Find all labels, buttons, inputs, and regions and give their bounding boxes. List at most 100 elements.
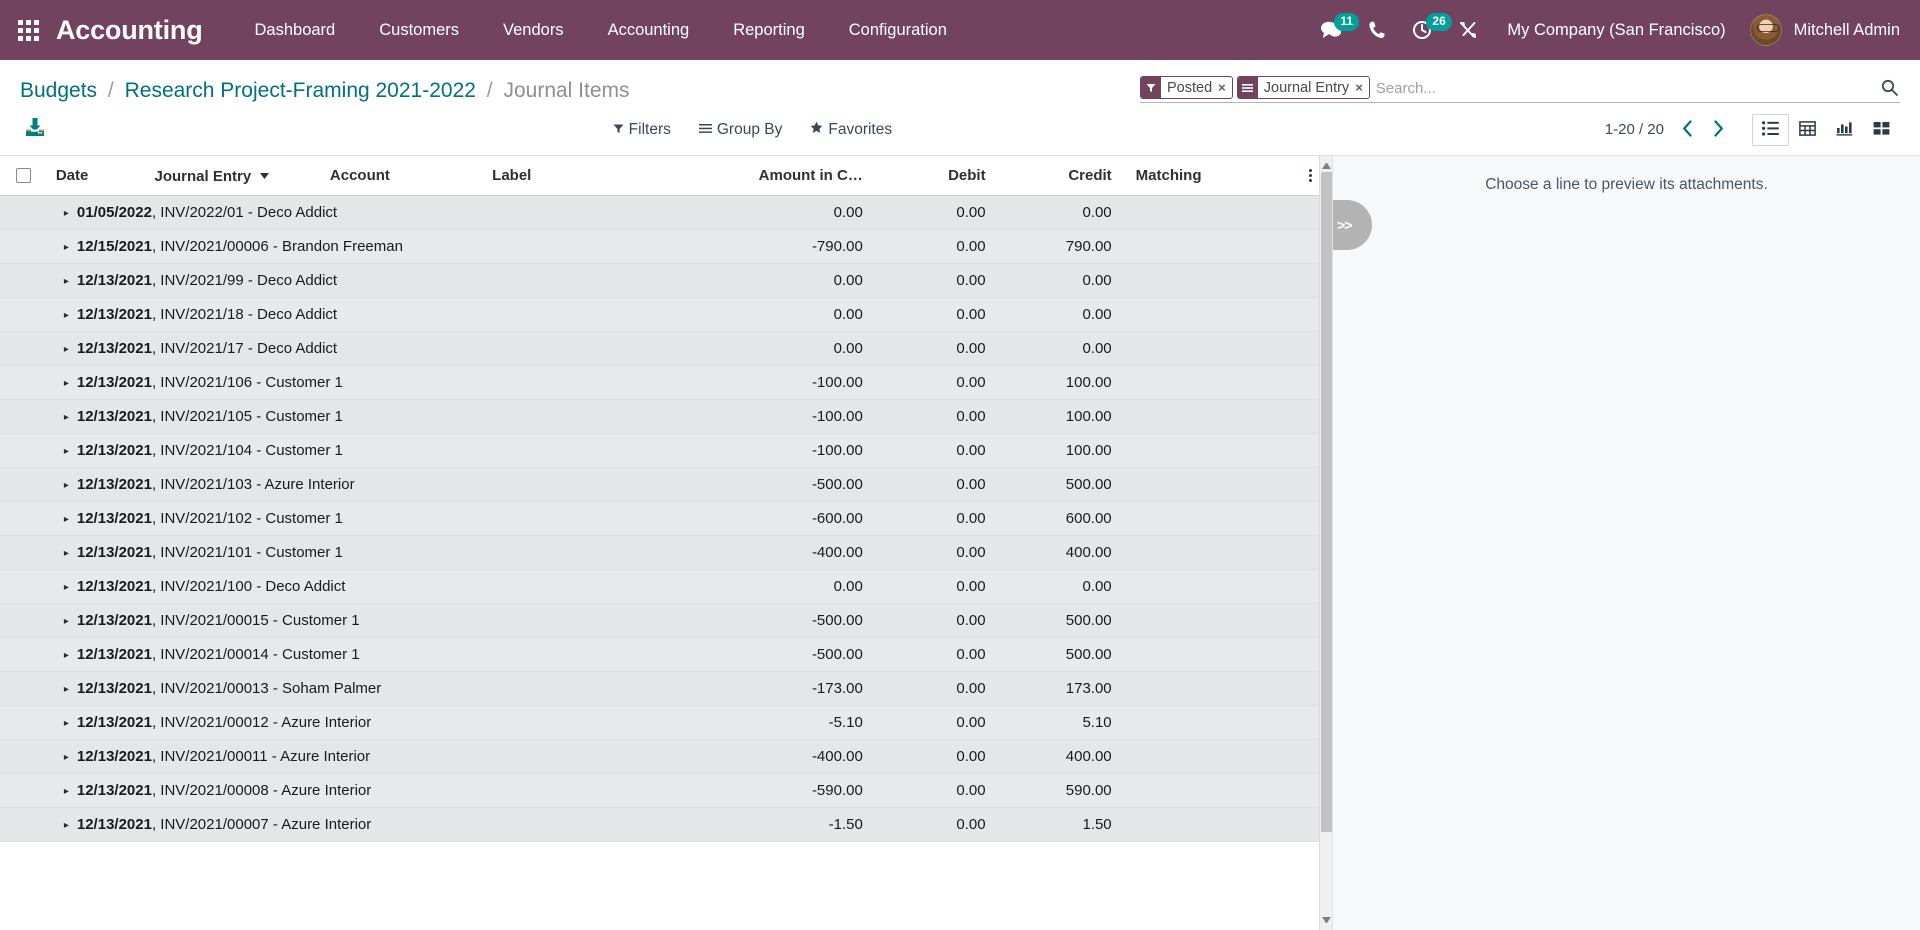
column-header-credit[interactable]: Credit: [997, 156, 1124, 196]
caret-right-icon[interactable]: ▸: [64, 752, 69, 763]
phone-button[interactable]: [1355, 0, 1399, 60]
table-row[interactable]: ▸ 12/13/2021, INV/2021/106 - Customer 1 -1…: [0, 365, 1332, 400]
caret-right-icon[interactable]: ▸: [64, 208, 69, 219]
caret-right-icon[interactable]: ▸: [64, 446, 69, 457]
user-menu[interactable]: Mitchell Admin: [1742, 14, 1906, 46]
column-header-label[interactable]: Label: [480, 156, 672, 196]
table-row[interactable]: ▸ 12/13/2021, INV/2021/18 - Deco Addict 0.…: [0, 297, 1332, 332]
group-title-cell[interactable]: ▸ 12/13/2021, INV/2021/18 - Deco Addict: [43, 297, 672, 332]
search-submit-button[interactable]: [1871, 76, 1900, 101]
search-input[interactable]: [1373, 76, 1871, 101]
group-title-cell[interactable]: ▸ 12/13/2021, INV/2021/104 - Customer 1: [43, 433, 672, 468]
group-title-cell[interactable]: ▸ 12/13/2021, INV/2021/00011 - Azure Inte…: [43, 739, 672, 774]
scroll-up-arrow-icon[interactable]: [1322, 160, 1331, 169]
column-header-date[interactable]: Date: [43, 156, 143, 196]
table-row[interactable]: ▸ 12/13/2021, INV/2021/00015 - Customer 1…: [0, 603, 1332, 638]
select-all-checkbox[interactable]: [16, 168, 31, 183]
group-title-cell[interactable]: ▸ 12/13/2021, INV/2021/17 - Deco Addict: [43, 331, 672, 366]
caret-right-icon[interactable]: ▸: [64, 242, 69, 253]
view-switch-graph[interactable]: [1826, 114, 1863, 146]
scroll-down-arrow-icon[interactable]: [1322, 917, 1331, 926]
pager-previous-button[interactable]: [1674, 118, 1701, 142]
table-row[interactable]: ▸ 01/05/2022, INV/2022/01 - Deco Addict 0.…: [0, 195, 1332, 230]
list-scroll-container[interactable]: Date Journal Entry Account Label Amount …: [0, 156, 1332, 930]
table-row[interactable]: ▸ 12/13/2021, INV/2021/101 - Customer 1 -4…: [0, 535, 1332, 570]
caret-right-icon[interactable]: ▸: [64, 378, 69, 389]
group-title-cell[interactable]: ▸ 12/13/2021, INV/2021/106 - Customer 1: [43, 365, 672, 400]
table-row[interactable]: ▸ 12/13/2021, INV/2021/00013 - Soham Palm…: [0, 671, 1332, 706]
table-row[interactable]: ▸ 12/13/2021, INV/2021/17 - Deco Addict 0.…: [0, 331, 1332, 366]
view-switch-kanban[interactable]: [1863, 114, 1900, 146]
menu-item-vendors[interactable]: Vendors: [481, 0, 586, 60]
breadcrumb-item-budgets[interactable]: Budgets: [20, 79, 97, 102]
caret-right-icon[interactable]: ▸: [64, 616, 69, 627]
caret-right-icon[interactable]: ▸: [64, 718, 69, 729]
group-title-cell[interactable]: ▸ 12/13/2021, INV/2021/00014 - Customer 1: [43, 637, 672, 672]
group-title-cell[interactable]: ▸ 12/15/2021, INV/2021/00006 - Brandon Fr…: [43, 229, 672, 264]
column-header-journal-entry[interactable]: Journal Entry: [142, 156, 318, 196]
scrollbar-thumb[interactable]: [1321, 172, 1332, 832]
column-header-debit[interactable]: Debit: [874, 156, 998, 196]
apps-menu-button[interactable]: [0, 0, 56, 60]
remove-facet-button[interactable]: ×: [1355, 77, 1369, 98]
developer-tools-button[interactable]: [1445, 0, 1491, 60]
search-facet-journal-entry[interactable]: Journal Entry ×: [1236, 76, 1370, 99]
caret-right-icon[interactable]: ▸: [64, 786, 69, 797]
view-switch-pivot[interactable]: [1789, 114, 1826, 146]
group-title-cell[interactable]: ▸ 12/13/2021, INV/2021/99 - Deco Addict: [43, 263, 672, 298]
caret-right-icon[interactable]: ▸: [64, 820, 69, 831]
groupby-dropdown-toggle[interactable]: Group By: [685, 118, 796, 142]
caret-right-icon[interactable]: ▸: [64, 276, 69, 287]
table-row[interactable]: ▸ 12/15/2021, INV/2021/00006 - Brandon Fr…: [0, 229, 1332, 264]
messages-button[interactable]: 11: [1307, 0, 1360, 60]
table-row[interactable]: ▸ 12/13/2021, INV/2021/100 - Deco Addict 0…: [0, 569, 1332, 604]
group-title-cell[interactable]: ▸ 12/13/2021, INV/2021/00015 - Customer 1: [43, 603, 672, 638]
group-title-cell[interactable]: ▸ 12/13/2021, INV/2021/00008 - Azure Inte…: [43, 773, 672, 808]
group-title-cell[interactable]: ▸ 12/13/2021, INV/2021/100 - Deco Addict: [43, 569, 672, 604]
activities-button[interactable]: 26: [1399, 0, 1452, 60]
favorites-dropdown-toggle[interactable]: Favorites: [796, 118, 906, 142]
caret-right-icon[interactable]: ▸: [64, 480, 69, 491]
breadcrumb-item-budget-record[interactable]: Research Project-Framing 2021-2022: [125, 79, 476, 102]
column-header-matching[interactable]: Matching: [1123, 156, 1289, 196]
menu-item-dashboard[interactable]: Dashboard: [233, 0, 358, 60]
caret-right-icon[interactable]: ▸: [64, 310, 69, 321]
preview-collapse-handle[interactable]: >>: [1333, 200, 1372, 250]
group-title-cell[interactable]: ▸ 12/13/2021, INV/2021/00013 - Soham Palm…: [43, 671, 672, 706]
menu-item-configuration[interactable]: Configuration: [827, 0, 969, 60]
company-switcher[interactable]: My Company (San Francisco): [1491, 21, 1741, 40]
group-title-cell[interactable]: ▸ 12/13/2021, INV/2021/105 - Customer 1: [43, 399, 672, 434]
column-header-amount-in-currency[interactable]: Amount in C…: [672, 156, 875, 196]
group-title-cell[interactable]: ▸ 12/13/2021, INV/2021/102 - Customer 1: [43, 501, 672, 536]
table-row[interactable]: ▸ 12/13/2021, INV/2021/00012 - Azure Inte…: [0, 705, 1332, 740]
table-row[interactable]: ▸ 12/13/2021, INV/2021/105 - Customer 1 -1…: [0, 399, 1332, 434]
caret-right-icon[interactable]: ▸: [64, 514, 69, 525]
pager-next-button[interactable]: [1705, 118, 1732, 142]
view-switch-list[interactable]: [1752, 113, 1789, 146]
group-title-cell[interactable]: ▸ 01/05/2022, INV/2022/01 - Deco Addict: [43, 195, 672, 230]
filters-dropdown-toggle[interactable]: Filters: [599, 118, 685, 142]
caret-right-icon[interactable]: ▸: [64, 684, 69, 695]
table-row[interactable]: ▸ 12/13/2021, INV/2021/102 - Customer 1 -6…: [0, 501, 1332, 536]
caret-right-icon[interactable]: ▸: [64, 548, 69, 559]
table-row[interactable]: ▸ 12/13/2021, INV/2021/99 - Deco Addict 0.…: [0, 263, 1332, 298]
column-header-account[interactable]: Account: [317, 156, 481, 196]
caret-right-icon[interactable]: ▸: [64, 412, 69, 423]
group-title-cell[interactable]: ▸ 12/13/2021, INV/2021/00012 - Azure Inte…: [43, 705, 672, 740]
group-title-cell[interactable]: ▸ 12/13/2021, INV/2021/101 - Customer 1: [43, 535, 672, 570]
remove-facet-button[interactable]: ×: [1218, 77, 1232, 98]
list-vertical-scrollbar[interactable]: [1319, 156, 1332, 930]
menu-item-customers[interactable]: Customers: [357, 0, 481, 60]
menu-item-accounting[interactable]: Accounting: [586, 0, 712, 60]
app-brand-title[interactable]: Accounting: [56, 0, 203, 60]
group-title-cell[interactable]: ▸ 12/13/2021, INV/2021/103 - Azure Interi…: [43, 467, 672, 502]
group-title-cell[interactable]: ▸ 12/13/2021, INV/2021/00007 - Azure Inte…: [43, 807, 672, 842]
table-row[interactable]: ▸ 12/13/2021, INV/2021/00007 - Azure Inte…: [0, 807, 1332, 842]
caret-right-icon[interactable]: ▸: [64, 650, 69, 661]
export-button[interactable]: [20, 112, 50, 147]
menu-item-reporting[interactable]: Reporting: [711, 0, 827, 60]
table-row[interactable]: ▸ 12/13/2021, INV/2021/00014 - Customer 1…: [0, 637, 1332, 672]
caret-right-icon[interactable]: ▸: [64, 344, 69, 355]
table-row[interactable]: ▸ 12/13/2021, INV/2021/00008 - Azure Inte…: [0, 773, 1332, 808]
table-row[interactable]: ▸ 12/13/2021, INV/2021/00011 - Azure Inte…: [0, 739, 1332, 774]
